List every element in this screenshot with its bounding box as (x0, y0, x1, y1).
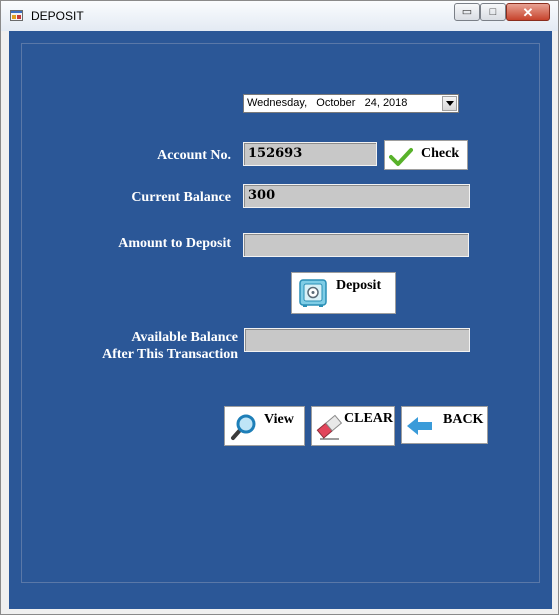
date-dropdown-button[interactable] (442, 96, 457, 111)
view-label: View (264, 412, 294, 427)
available-label-line2: After This Transaction (102, 347, 238, 362)
date-value: Wednesday, October 24, 2018 (247, 97, 408, 109)
account-label: Account No. (157, 148, 231, 163)
app-icon (10, 10, 23, 21)
maximize-icon: □ (489, 5, 497, 18)
minimize-button[interactable]: ▭ (454, 3, 480, 21)
dropdown-arrow-icon (445, 101, 454, 106)
account-field[interactable]: 152693 (243, 142, 377, 166)
form-panel: Wednesday, October 24, 2018 Account No. … (9, 31, 552, 609)
check-icon (389, 148, 413, 166)
safe-icon (299, 279, 327, 307)
back-button[interactable]: BACK (401, 406, 488, 444)
maximize-button[interactable]: □ (480, 3, 506, 21)
deposit-button[interactable]: Deposit (291, 272, 396, 314)
back-arrow-icon (407, 417, 432, 435)
minimize-icon: ▭ (461, 5, 473, 18)
balance-field[interactable]: 300 (243, 184, 470, 208)
clear-label: CLEAR (344, 411, 394, 426)
clear-button[interactable]: CLEAR (311, 406, 395, 446)
balance-label: Current Balance (131, 190, 231, 205)
eraser-icon (316, 414, 343, 440)
deposit-window: DEPOSIT ▭ □ ✕ Wednesday, October 24, 201… (0, 0, 559, 615)
back-label: BACK (443, 412, 484, 427)
amount-label: Amount to Deposit (118, 236, 231, 251)
title-bar[interactable]: DEPOSIT ▭ □ ✕ (1, 1, 558, 31)
amount-field[interactable] (243, 233, 469, 257)
close-icon: ✕ (522, 4, 534, 20)
close-button[interactable]: ✕ (506, 3, 550, 21)
available-field[interactable] (244, 328, 470, 352)
deposit-label: Deposit (336, 278, 382, 293)
view-button[interactable]: View (224, 406, 305, 446)
group-frame (21, 43, 540, 583)
window-title: DEPOSIT (31, 9, 84, 23)
check-label: Check (421, 146, 460, 161)
available-label: Available Balance After This Transaction (102, 329, 238, 363)
check-button[interactable]: Check (384, 140, 468, 170)
magnifier-icon (231, 414, 256, 440)
date-picker[interactable]: Wednesday, October 24, 2018 (243, 94, 459, 113)
available-label-line1: Available Balance (131, 330, 238, 345)
